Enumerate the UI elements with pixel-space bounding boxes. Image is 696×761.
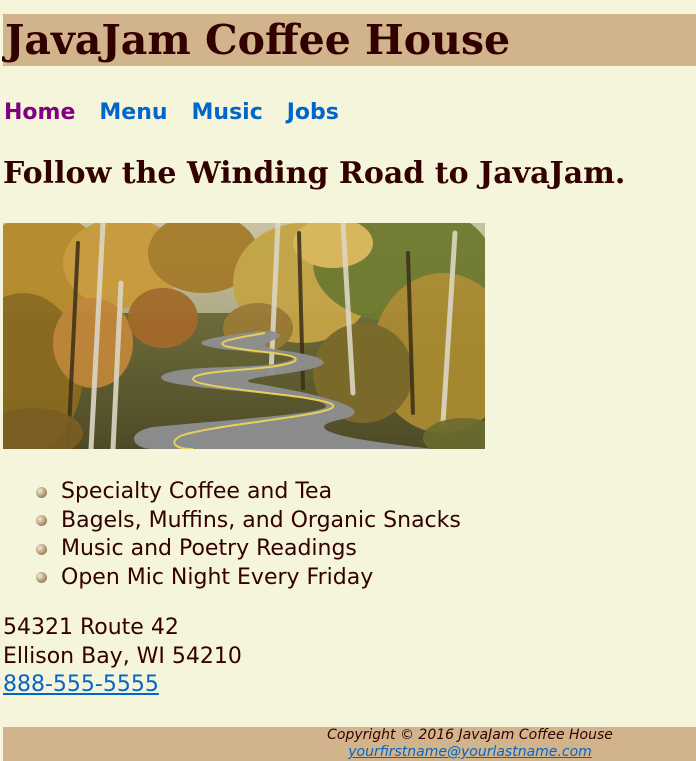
list-item: Specialty Coffee and Tea xyxy=(36,478,461,507)
address-city: Ellison Bay, WI 54210 xyxy=(3,643,242,669)
copyright-text: Copyright © 2016 JavaJam Coffee House xyxy=(327,727,613,743)
nav-home-link[interactable]: Home xyxy=(4,98,75,128)
feature-text: Music and Poetry Readings xyxy=(61,536,357,561)
list-item: Music and Poetry Readings xyxy=(36,535,461,564)
main-nav: Home Menu Music Jobs xyxy=(4,98,363,128)
feature-text: Bagels, Muffins, and Organic Snacks xyxy=(61,507,461,533)
bullet-icon xyxy=(36,486,47,498)
page-headline: Follow the Winding Road to JavaJam. xyxy=(3,156,626,191)
bullet-icon xyxy=(36,515,47,527)
nav-jobs-link[interactable]: Jobs xyxy=(287,98,339,128)
list-item: Open Mic Night Every Friday xyxy=(36,564,461,593)
site-footer: Copyright © 2016 JavaJam Coffee House yo… xyxy=(3,727,696,761)
bullet-icon xyxy=(36,543,47,555)
address-street: 54321 Route 42 xyxy=(3,615,179,640)
feature-text: Specialty Coffee and Tea xyxy=(61,479,333,504)
address-block: 54321 Route 42 Ellison Bay, WI 54210 888… xyxy=(3,614,242,700)
site-header: JavaJam Coffee House xyxy=(3,14,696,66)
nav-music-link[interactable]: Music xyxy=(192,98,263,128)
site-title: JavaJam Coffee House xyxy=(5,16,511,64)
list-item: Bagels, Muffins, and Organic Snacks xyxy=(36,507,461,536)
features-list: Specialty Coffee and Tea Bagels, Muffins… xyxy=(36,478,461,592)
feature-text: Open Mic Night Every Friday xyxy=(61,564,374,590)
email-link[interactable]: yourfirstname@yourlastname.com xyxy=(3,744,696,760)
nav-menu-link[interactable]: Menu xyxy=(99,98,167,128)
bullet-icon xyxy=(36,572,47,584)
winding-road-illustration xyxy=(3,223,485,449)
winding-road-image xyxy=(3,223,485,449)
phone-link[interactable]: 888-555-5555 xyxy=(3,672,159,697)
